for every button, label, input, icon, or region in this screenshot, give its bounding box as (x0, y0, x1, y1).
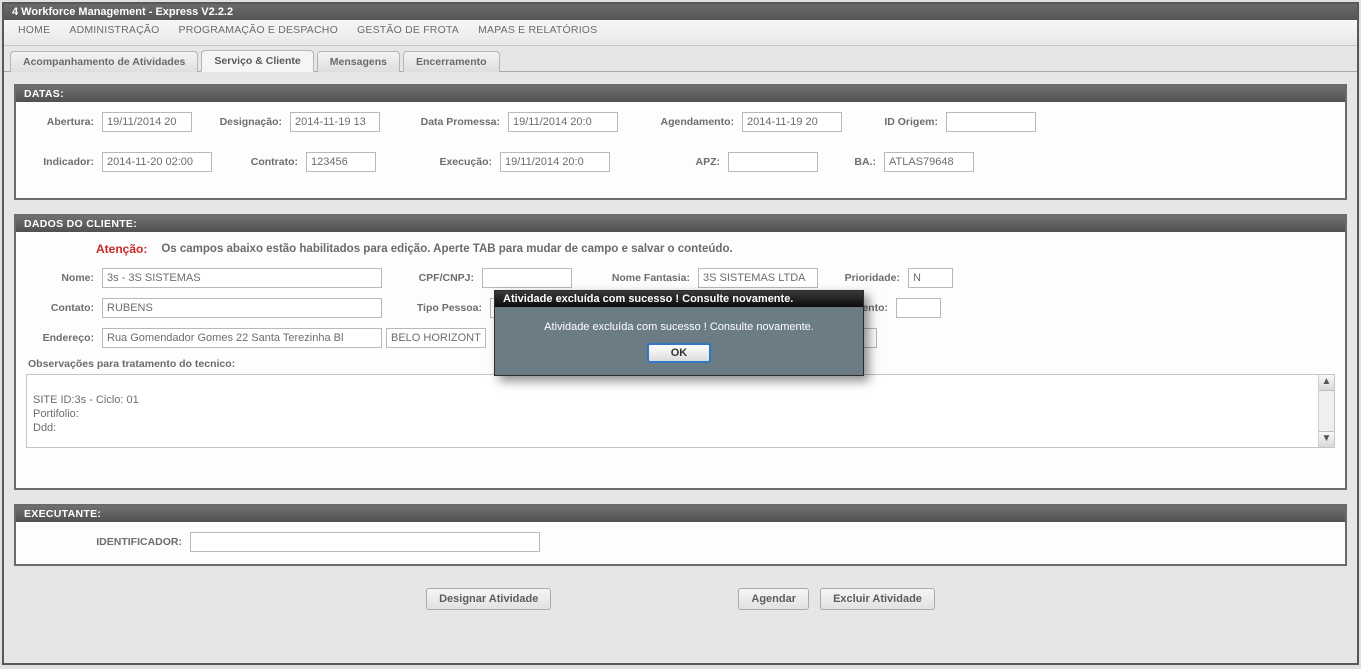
execucao-field[interactable] (500, 152, 610, 172)
scroll-up-icon[interactable]: ▲ (1319, 375, 1334, 391)
alert-message: Atividade excluída com sucesso ! Consult… (505, 321, 853, 333)
cliente-legend: DADOS DO CLIENTE: (24, 218, 137, 230)
menu-home[interactable]: HOME (18, 24, 50, 36)
designacao-label: Designação: (208, 116, 286, 128)
apz-label: APZ: (688, 156, 724, 168)
endereco-field[interactable] (102, 328, 382, 348)
contrato-field[interactable] (306, 152, 376, 172)
ba-field[interactable] (884, 152, 974, 172)
fantasia-field[interactable] (698, 268, 818, 288)
id-origem-label: ID Origem: (864, 116, 942, 128)
endereco-label: Endereço: (26, 332, 98, 344)
excluir-button[interactable]: Excluir Atividade (820, 588, 935, 610)
abertura-field[interactable] (102, 112, 192, 132)
designacao-field[interactable] (290, 112, 380, 132)
cidade-field[interactable] (386, 328, 486, 348)
nome-label: Nome: (26, 272, 98, 284)
abertura-label: Abertura: (26, 116, 98, 128)
indicador-label: Indicador: (26, 156, 98, 168)
cpf-field[interactable] (482, 268, 572, 288)
apz-field[interactable] (728, 152, 818, 172)
menu-prog[interactable]: PROGRAMAÇÃO E DESPACHO (179, 24, 338, 36)
agendar-button[interactable]: Agendar (738, 588, 809, 610)
fantasia-label: Nome Fantasia: (594, 272, 694, 284)
obs-line-2: Portifolio: (33, 407, 1314, 421)
ba-label: BA.: (842, 156, 880, 168)
prioridade-field[interactable] (908, 268, 953, 288)
alert-title: Atividade excluída com sucesso ! Consult… (495, 291, 863, 307)
identificador-label: IDENTIFICADOR: (26, 536, 186, 548)
identificador-field[interactable] (190, 532, 540, 552)
agendamento-label: Agendamento: (644, 116, 738, 128)
cpf-label: CPF/CNPJ: (408, 272, 478, 284)
menu-mapas[interactable]: MAPAS E RELATÓRIOS (478, 24, 597, 36)
obs-line-3: Ddd: (33, 421, 1314, 435)
execucao-label: Execução: (428, 156, 496, 168)
tipo-pessoa-label: Tipo Pessoa: (408, 302, 486, 314)
alert-ok-button[interactable]: OK (647, 343, 712, 363)
atencao-label: Atenção: (96, 242, 147, 256)
tab-mensagens[interactable]: Mensagens (317, 51, 400, 72)
menu-admin[interactable]: ADMINISTRAÇÃO (69, 24, 159, 36)
data-promessa-field[interactable] (508, 112, 618, 132)
datas-legend: DATAS: (24, 88, 64, 100)
agendamento-field[interactable] (742, 112, 842, 132)
alert-dialog: Atividade excluída com sucesso ! Consult… (494, 290, 864, 376)
nome-field[interactable] (102, 268, 382, 288)
subtabs: Acompanhamento de Atividades Serviço & C… (4, 46, 1357, 72)
tab-acompanhamento[interactable]: Acompanhamento de Atividades (10, 51, 198, 72)
atencao-hint: Os campos abaixo estão habilitados para … (161, 243, 732, 255)
obs-line-1: SITE ID:3s - Ciclo: 01 (33, 393, 1314, 407)
scroll-down-icon[interactable]: ▼ (1319, 431, 1334, 447)
executante-legend: EXECUTANTE: (24, 508, 101, 520)
indicador-field[interactable] (102, 152, 212, 172)
contato-label: Contato: (26, 302, 98, 314)
section-executante: EXECUTANTE: IDENTIFICADOR: (14, 504, 1347, 566)
tab-servico-cliente[interactable]: Serviço & Cliente (201, 50, 313, 72)
window-title: 4 Workforce Management - Express V2.2.2 (4, 4, 1357, 20)
prioridade-label: Prioridade: (832, 272, 904, 284)
data-promessa-label: Data Promessa: (406, 116, 504, 128)
section-datas: DATAS: Abertura: Designação: Data Promes… (14, 84, 1347, 200)
contato-field[interactable] (102, 298, 382, 318)
main-menu: HOME ADMINISTRAÇÃO PROGRAMAÇÃO E DESPACH… (4, 20, 1357, 46)
footer-buttons: Designar Atividade Agendar Excluir Ativi… (14, 580, 1347, 618)
segmento-field[interactable] (896, 298, 941, 318)
obs-scrollbar[interactable]: ▲ ▼ (1318, 375, 1334, 447)
contrato-label: Contrato: (240, 156, 302, 168)
designar-button[interactable]: Designar Atividade (426, 588, 551, 610)
menu-frota[interactable]: GESTÃO DE FROTA (357, 24, 459, 36)
tab-encerramento[interactable]: Encerramento (403, 51, 500, 72)
observacoes-box[interactable]: SITE ID:3s - Ciclo: 01 Portifolio: Ddd: … (26, 374, 1335, 448)
id-origem-field[interactable] (946, 112, 1036, 132)
